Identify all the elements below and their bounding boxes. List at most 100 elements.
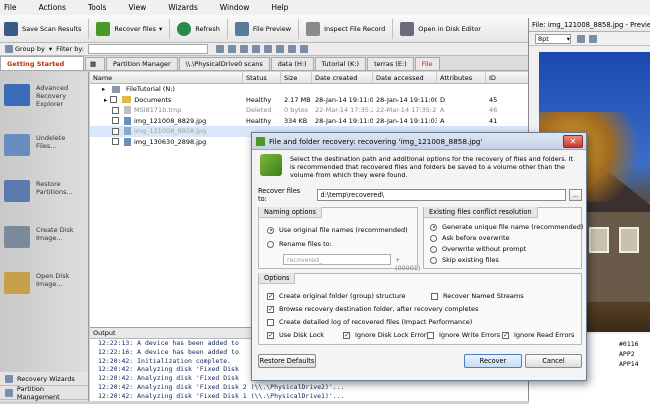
close-icon[interactable]: ✕ — [563, 135, 583, 148]
checkbox-indicator — [267, 331, 274, 339]
create-disk-image-link[interactable]: Create Disk Image... — [4, 226, 86, 248]
tab-physical-drive-scans[interactable]: \\.\PhysicalDrive0 scans — [178, 57, 270, 70]
row-checkbox[interactable] — [112, 106, 119, 114]
filter-tool-icon[interactable] — [215, 45, 224, 53]
open-disk-image-link[interactable]: Open Disk Image... — [4, 272, 86, 294]
filter-tool-icon[interactable] — [299, 45, 308, 53]
overwrite-radio[interactable]: Overwrite without prompt — [430, 245, 526, 253]
tab-doc-icon[interactable]: ▦ — [85, 57, 105, 70]
ask-overwrite-radio[interactable]: Ask before overwrite — [430, 234, 510, 242]
save-scan-button[interactable]: Save Scan Results — [0, 17, 85, 41]
filter-input[interactable] — [87, 44, 208, 54]
group-by-label[interactable]: Group by — [15, 45, 45, 53]
filter-tool-icon[interactable] — [287, 45, 296, 53]
use-disk-lock-checkbox[interactable]: Use Disk Lock — [267, 331, 324, 339]
menu-window[interactable]: Window — [220, 3, 250, 12]
monitor-icon — [4, 84, 30, 106]
preview-icon — [234, 21, 249, 36]
filter-tool-icon[interactable] — [239, 45, 248, 53]
rename-input[interactable]: recovered_ — [283, 254, 391, 265]
create-log-checkbox[interactable]: Create detailed log of recovered files (… — [267, 318, 472, 326]
ignore-read-errors-checkbox[interactable]: Ignore Read Errors — [502, 331, 574, 339]
col-date-created[interactable]: Date created — [312, 72, 373, 83]
partition-management-tab[interactable]: Partition Management — [0, 385, 88, 401]
create-structure-checkbox[interactable]: Create original folder (group) structure — [267, 292, 405, 300]
preview-toolbar: 8pt ▾ — [529, 32, 650, 46]
table-row[interactable]: ▸ Documents Healthy 2.17 MB 28-Jan-14 19… — [90, 95, 540, 106]
zoom-in-icon[interactable] — [577, 34, 585, 43]
dialog-title: File and folder recovery: recovering 'im… — [269, 136, 483, 146]
zoom-select[interactable]: 8pt ▾ — [535, 33, 571, 44]
tab-tutorial-k[interactable]: Tutorial (K:) — [314, 57, 367, 70]
expand-icon[interactable]: ▸ — [104, 96, 107, 104]
col-date-accessed[interactable]: Date accessed — [373, 72, 437, 83]
recover-button[interactable]: Recover — [464, 354, 522, 368]
recover-files-button[interactable]: Recover files ▾ — [92, 17, 166, 41]
dropdown-arrow-icon[interactable]: ▾ — [159, 25, 162, 33]
restore-defaults-button[interactable]: Restore Defaults — [258, 354, 316, 368]
row-checkbox[interactable] — [110, 96, 118, 104]
inspect-record-button[interactable]: Inspect File Record — [302, 17, 389, 41]
unique-name-radio[interactable]: Generate unique file name (recommended) — [430, 223, 583, 231]
skip-existing-radio[interactable]: Skip existing files — [430, 256, 499, 264]
use-original-names-radio[interactable]: Use original file names (recommended) — [267, 226, 408, 234]
folder-icon — [4, 272, 30, 294]
row-checkbox[interactable] — [112, 117, 119, 125]
rename-suffix: + (00001) — [395, 256, 421, 272]
table-row[interactable]: img_121008_8829.jpg Healthy 334 KB 28-Ja… — [90, 116, 540, 127]
rename-files-radio[interactable]: Rename files to: — [267, 240, 332, 248]
tab-getting-started[interactable]: Getting Started — [0, 56, 84, 70]
tab-file[interactable]: File — [414, 57, 440, 70]
refresh-button[interactable]: Refresh — [173, 17, 224, 41]
col-attributes[interactable]: Attributes — [437, 72, 486, 83]
ignore-write-errors-checkbox[interactable]: Ignore Write Errors — [427, 331, 500, 339]
col-status[interactable]: Status — [243, 72, 281, 83]
tab-terras-e[interactable]: terras (E:) — [367, 57, 414, 70]
expand-icon[interactable]: ▸ — [102, 85, 112, 93]
file-preview-button[interactable]: File Preview — [231, 17, 295, 41]
col-size[interactable]: Size — [281, 72, 312, 83]
browse-destination-checkbox[interactable]: Browse recovery destination folder, afte… — [267, 305, 478, 313]
tab-data-h[interactable]: data (H:) — [270, 57, 314, 70]
toolbar-separator — [226, 18, 228, 39]
menu-actions[interactable]: Actions — [39, 3, 66, 12]
cancel-button[interactable]: Cancel — [525, 354, 582, 368]
conflict-title: Existing files conflict resolution — [424, 207, 538, 218]
filter-tool-icon[interactable] — [251, 45, 260, 53]
disk-editor-icon — [400, 21, 415, 36]
menu-view[interactable]: View — [128, 3, 146, 12]
recovery-dialog: File and folder recovery: recovering 'im… — [251, 132, 587, 381]
open-disk-editor-button[interactable]: Open in Disk Editor — [396, 17, 485, 41]
naming-options-title: Naming options — [259, 207, 322, 218]
tree-root[interactable]: ▸ FileTutorial (N:) — [90, 84, 540, 95]
browse-button[interactable]: ... — [568, 189, 582, 201]
folder-icon — [122, 96, 132, 104]
restore-partitions-link[interactable]: Restore Partitions... — [4, 180, 86, 202]
tasks-panel: Advanced Recovery Explorer Undelete File… — [0, 72, 89, 372]
tab-partition-manager[interactable]: Partition Manager — [106, 57, 178, 70]
undelete-files-link[interactable]: Undelete Files... — [4, 134, 86, 156]
row-checkbox[interactable] — [112, 127, 119, 135]
menu-help[interactable]: Help — [271, 3, 288, 12]
table-row[interactable]: MSI8171b.tmp Deleted 0 bytes 22-Mar-14 1… — [90, 105, 540, 116]
filter-tool-icon[interactable] — [275, 45, 284, 53]
image-file-icon — [124, 137, 131, 146]
image-window — [619, 227, 639, 253]
advanced-recovery-explorer-link[interactable]: Advanced Recovery Explorer — [4, 84, 86, 108]
row-checkbox[interactable] — [112, 138, 119, 146]
dialog-description: Select the destination path and addition… — [290, 155, 574, 179]
recover-streams-checkbox[interactable]: Recover Named Streams — [431, 292, 524, 300]
filter-tool-icon[interactable] — [263, 45, 272, 53]
recover-to-input[interactable] — [316, 189, 566, 201]
menu-wizards[interactable]: Wizards — [168, 3, 198, 12]
menu-tools[interactable]: Tools — [88, 3, 106, 12]
ignore-lock-errors-checkbox[interactable]: Ignore Disk Lock Errors — [343, 331, 430, 339]
menu-bar: File Actions Tools View Wizards Window H… — [0, 0, 650, 15]
zoom-out-icon[interactable] — [589, 34, 597, 43]
filter-tool-icon[interactable] — [227, 45, 236, 53]
menu-file[interactable]: File — [4, 3, 17, 12]
chevron-down-icon[interactable]: ▾ — [49, 45, 52, 53]
radio-indicator — [430, 223, 437, 231]
col-name[interactable]: Name — [90, 72, 243, 83]
dialog-title-bar: File and folder recovery: recovering 'im… — [252, 133, 586, 150]
